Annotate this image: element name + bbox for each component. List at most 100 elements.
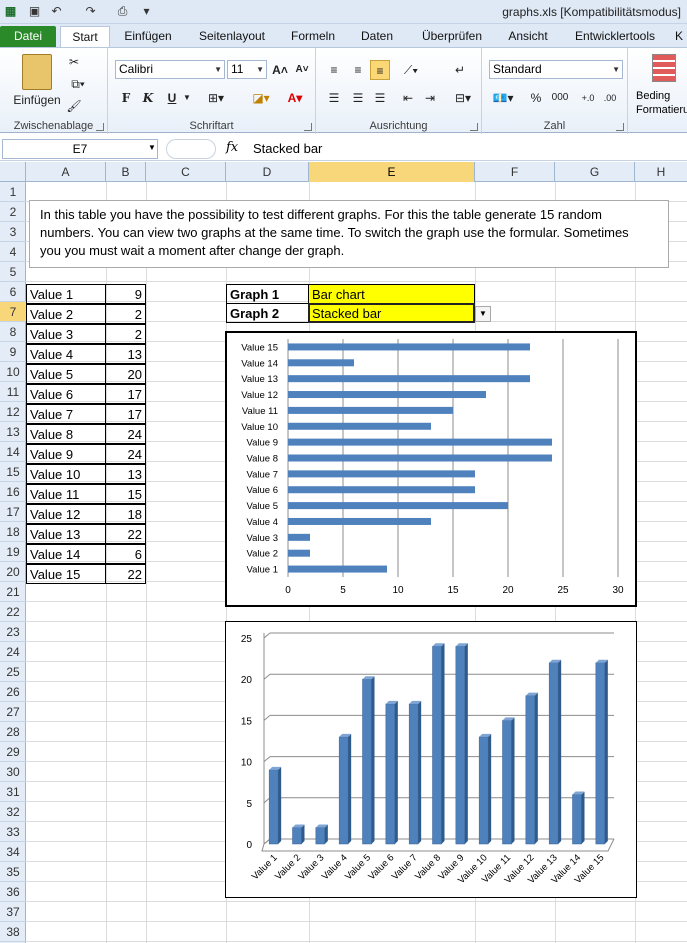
paste-icon[interactable]: [22, 54, 52, 90]
table-cell-label[interactable]: Value 9: [26, 444, 106, 464]
align-center-icon[interactable]: ☰: [348, 88, 368, 108]
merge-cells-icon[interactable]: ⊟▾: [450, 88, 476, 108]
row-header[interactable]: 36: [0, 882, 26, 902]
align-left-icon[interactable]: ☰: [324, 88, 344, 108]
grow-font-icon[interactable]: A˄: [270, 60, 290, 80]
tab-view[interactable]: Ansicht: [500, 26, 556, 48]
column-header[interactable]: E: [309, 162, 475, 182]
column-header[interactable]: C: [146, 162, 226, 182]
dialog-launcher-icon[interactable]: [96, 123, 104, 131]
table-cell-value[interactable]: 22: [105, 524, 146, 544]
underline-button[interactable]: U: [162, 88, 182, 108]
conditional-formatting-button[interactable]: Beding: [636, 90, 670, 102]
italic-button[interactable]: K: [138, 88, 158, 108]
row-header[interactable]: 10: [0, 362, 26, 382]
graph-1-select[interactable]: Bar chart: [308, 284, 475, 304]
print-icon[interactable]: ⎙: [114, 3, 131, 20]
thousands-button[interactable]: 000: [548, 88, 572, 108]
row-header[interactable]: 33: [0, 822, 26, 842]
row-header[interactable]: 19: [0, 542, 26, 562]
align-middle-icon[interactable]: ≡: [348, 60, 368, 80]
row-header[interactable]: 4: [0, 242, 26, 262]
row-header[interactable]: 6: [0, 282, 26, 302]
instruction-textbox[interactable]: In this table you have the possibility t…: [29, 200, 669, 268]
table-cell-value[interactable]: 9: [105, 284, 146, 304]
redo-icon[interactable]: ↷: [82, 3, 99, 20]
conditional-formatting-icon[interactable]: [652, 54, 676, 82]
table-cell-value[interactable]: 24: [105, 444, 146, 464]
column-header[interactable]: G: [555, 162, 635, 182]
row-header[interactable]: 8: [0, 322, 26, 342]
row-header[interactable]: 38: [0, 922, 26, 942]
table-cell-value[interactable]: 6: [105, 544, 146, 564]
table-cell-label[interactable]: Value 13: [26, 524, 106, 544]
row-header[interactable]: 3: [0, 222, 26, 242]
chevron-down-icon[interactable]: ▼: [475, 306, 491, 322]
wrap-text-icon[interactable]: ↵: [450, 60, 470, 80]
tab-more[interactable]: K: [672, 26, 686, 48]
table-cell-value[interactable]: 13: [105, 344, 146, 364]
customize-toolbar-icon[interactable]: ▾: [138, 3, 155, 20]
tab-developer[interactable]: Entwicklertools: [566, 26, 664, 48]
dialog-launcher-icon[interactable]: [616, 123, 624, 131]
table-cell-label[interactable]: Value 7: [26, 404, 106, 424]
borders-icon[interactable]: ⊞▾: [204, 88, 228, 108]
column-header[interactable]: A: [26, 162, 106, 182]
font-name-combo[interactable]: Calibri ▼: [115, 60, 225, 79]
row-header[interactable]: 31: [0, 782, 26, 802]
table-cell-label[interactable]: Value 4: [26, 344, 106, 364]
row-header[interactable]: 5: [0, 262, 26, 282]
increase-indent-icon[interactable]: ⇥: [420, 88, 440, 108]
row-header[interactable]: 17: [0, 502, 26, 522]
row-header[interactable]: 1: [0, 182, 26, 202]
decrease-indent-icon[interactable]: ⇤: [398, 88, 418, 108]
formula-input[interactable]: Stacked bar: [253, 141, 322, 156]
tab-data[interactable]: Daten: [352, 26, 402, 48]
table-cell-label[interactable]: Value 1: [26, 284, 106, 304]
table-cell-label[interactable]: Value 14: [26, 544, 106, 564]
column-header[interactable]: B: [106, 162, 146, 182]
paste-button[interactable]: Einfügen: [6, 90, 68, 110]
row-header[interactable]: 26: [0, 682, 26, 702]
copy-icon[interactable]: ⧉▾: [64, 74, 92, 94]
font-size-combo[interactable]: 11 ▼: [227, 60, 267, 79]
insert-function-button[interactable]: fx: [226, 140, 238, 155]
column-header[interactable]: F: [475, 162, 555, 182]
table-cell-label[interactable]: Value 8: [26, 424, 106, 444]
table-cell-value[interactable]: 20: [105, 364, 146, 384]
align-top-icon[interactable]: ≡: [324, 60, 344, 80]
formula-bar-resize-handle[interactable]: [166, 139, 216, 159]
percent-button[interactable]: %: [526, 88, 546, 108]
graph-2-select[interactable]: Stacked bar: [308, 303, 475, 323]
table-cell-label[interactable]: Value 10: [26, 464, 106, 484]
tab-formulas[interactable]: Formeln: [282, 26, 344, 48]
row-header[interactable]: 15: [0, 462, 26, 482]
row-header[interactable]: 37: [0, 902, 26, 922]
bold-button[interactable]: F: [116, 88, 136, 108]
row-header[interactable]: 11: [0, 382, 26, 402]
row-header[interactable]: 2: [0, 202, 26, 222]
row-header[interactable]: 21: [0, 582, 26, 602]
row-header[interactable]: 30: [0, 762, 26, 782]
dialog-launcher-icon[interactable]: [304, 123, 312, 131]
table-cell-label[interactable]: Value 15: [26, 564, 106, 584]
table-cell-label[interactable]: Value 5: [26, 364, 106, 384]
column-chart[interactable]: 0 5 10 15 20 25 Value 1 Value 2 Value 3 Value 4 Va…: [225, 621, 637, 898]
shrink-font-icon[interactable]: A˅: [292, 60, 312, 80]
align-right-icon[interactable]: ☰: [370, 88, 390, 108]
row-header[interactable]: 29: [0, 742, 26, 762]
fill-color-icon[interactable]: ◪▾: [248, 88, 274, 108]
select-all-corner[interactable]: [0, 162, 26, 182]
tab-file[interactable]: Datei: [0, 26, 56, 48]
tab-start[interactable]: Start: [60, 26, 110, 48]
table-cell-value[interactable]: 13: [105, 464, 146, 484]
increase-decimal-icon[interactable]: +.0: [578, 88, 598, 108]
row-header[interactable]: 32: [0, 802, 26, 822]
row-header[interactable]: 20: [0, 562, 26, 582]
column-header[interactable]: D: [226, 162, 309, 182]
table-cell-label[interactable]: Value 12: [26, 504, 106, 524]
bar-chart[interactable]: 0 5 10 15 20 25 30 Value 1 Value 2 Value 3 Value 4…: [225, 331, 637, 607]
table-cell-label[interactable]: Value 11: [26, 484, 106, 504]
row-header[interactable]: 16: [0, 482, 26, 502]
decrease-decimal-icon[interactable]: .00: [600, 88, 620, 108]
